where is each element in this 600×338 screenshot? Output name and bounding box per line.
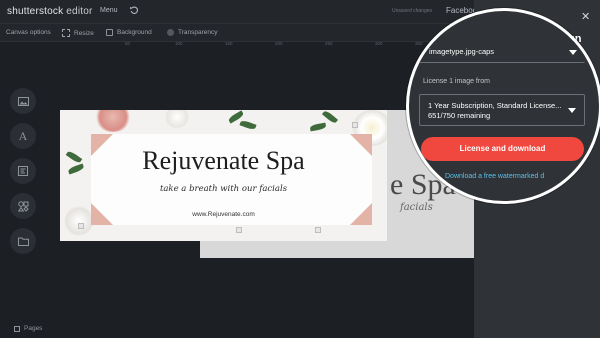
resize-icon <box>62 29 70 37</box>
elements-icon <box>17 200 29 212</box>
ghost-subtitle: facials <box>400 202 433 213</box>
templates-tool-button[interactable] <box>10 158 36 184</box>
ruler-tick: 50 <box>125 41 131 46</box>
transparency-button[interactable]: Transparency <box>167 29 218 36</box>
pages-button[interactable]: Pages <box>14 325 42 332</box>
file-type-value: imagetype.jpg-caps <box>429 47 495 56</box>
watermark-mark <box>352 122 358 128</box>
chevron-down-icon <box>569 50 577 55</box>
resize-button[interactable]: Resize <box>62 29 94 37</box>
canvas-options-label: Canvas options <box>6 29 51 36</box>
ruler-tick: 200 <box>275 41 283 46</box>
template-icon <box>18 166 28 176</box>
download-watermarked-link[interactable]: Download a free watermarked d <box>445 173 544 180</box>
flower-decoration <box>164 110 190 128</box>
magnifier-lens: imagetype.jpg-caps License 1 image from … <box>406 8 600 204</box>
app-logo[interactable]: shutterstock editor <box>7 6 93 17</box>
background-button[interactable]: Background <box>106 29 152 36</box>
images-tool-button[interactable] <box>10 88 36 114</box>
text-tool-button[interactable]: A <box>10 123 36 149</box>
text-icon: A <box>18 128 28 143</box>
resize-label: Resize <box>74 29 94 37</box>
background-icon <box>106 29 113 36</box>
license-select[interactable]: 1 Year Subscription, Standard License...… <box>419 94 585 126</box>
leaf-decoration <box>239 119 257 131</box>
flower-decoration <box>94 110 132 132</box>
license-and-download-button[interactable]: License and download <box>421 137 584 161</box>
elements-tool-button[interactable] <box>10 193 36 219</box>
transparency-label: Transparency <box>178 29 218 36</box>
uploads-tool-button[interactable] <box>10 228 36 254</box>
magnifier-content: imagetype.jpg-caps License 1 image from … <box>409 11 599 201</box>
canvas-title[interactable]: Rejuvenate Spa <box>60 146 387 176</box>
license-plan: 1 Year Subscription, Standard License... <box>428 101 562 110</box>
background-label: Background <box>117 29 152 36</box>
image-icon <box>17 96 29 106</box>
file-type-select[interactable]: imagetype.jpg-caps <box>419 41 585 63</box>
menu-button[interactable]: Menu <box>100 7 118 14</box>
transparency-icon <box>167 29 174 36</box>
ruler-tick: 250 <box>325 41 333 46</box>
watermark-mark <box>236 227 242 233</box>
ruler-tick: 150 <box>225 41 233 46</box>
canvas-url[interactable]: www.Rejuvenate.com <box>60 211 387 218</box>
leaf-decoration <box>309 122 327 132</box>
chevron-down-icon <box>568 108 576 113</box>
undo-icon[interactable] <box>129 5 139 15</box>
editor-app: shutterstock editor Menu Unsaved changes… <box>0 0 600 338</box>
pages-label: Pages <box>24 325 43 332</box>
watermark-mark <box>315 227 321 233</box>
license-label: License 1 image from <box>423 78 490 85</box>
folder-icon <box>17 237 29 246</box>
ruler-tick: 300 <box>375 41 383 46</box>
ruler-tick: 100 <box>175 41 183 46</box>
canvas-subtitle[interactable]: take a breath with our facials <box>60 184 387 194</box>
pages-icon <box>14 325 20 332</box>
watermark-mark <box>78 223 84 229</box>
design-canvas[interactable]: Rejuvenate Spa take a breath with our fa… <box>60 110 387 241</box>
license-remaining: 651/750 remaining <box>428 111 491 120</box>
